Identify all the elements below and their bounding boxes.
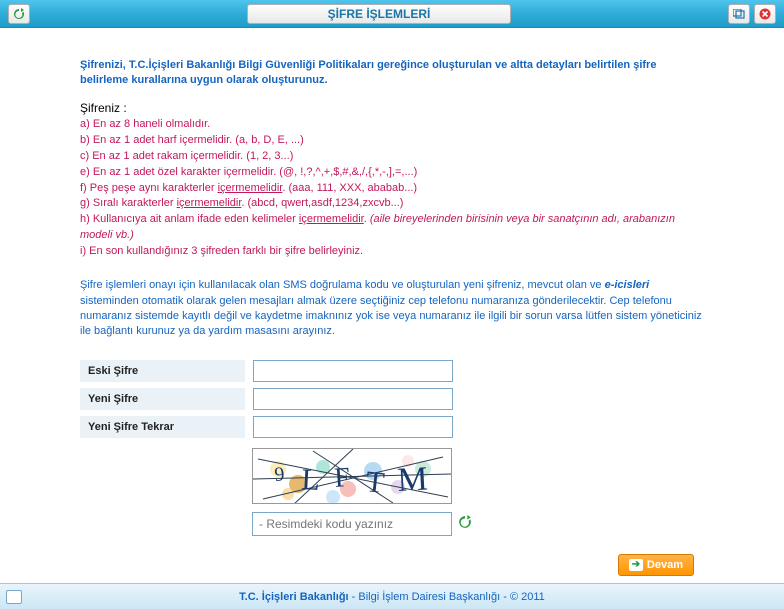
- rule-f: f) Peş peşe aynı karakterler içermemelid…: [80, 181, 704, 197]
- old-password-input[interactable]: [253, 360, 453, 382]
- rules-list: a) En az 8 haneli olmalıdır. b) En az 1 …: [80, 117, 704, 260]
- close-button[interactable]: [754, 4, 776, 24]
- rule-h: h) Kullanıcıya ait anlam ifade eden keli…: [80, 212, 704, 244]
- old-password-label: Eski Şifre: [80, 360, 245, 382]
- info-text: Şifre işlemleri onayı için kullanılacak …: [80, 278, 704, 340]
- arrow-right-icon: ➔: [629, 559, 643, 571]
- content-area: Şifrenizi, T.C.İçişleri Bakanlığı Bilgi …: [0, 28, 784, 581]
- rule-i: i) En son kullandığınız 3 şifreden farkl…: [80, 244, 704, 260]
- title-center: ŞİFRE İŞLEMLERİ: [32, 4, 726, 24]
- form-row-old-password: Eski Şifre: [80, 360, 704, 382]
- svg-text:M: M: [396, 460, 428, 499]
- continue-button[interactable]: ➔ Devam: [618, 554, 694, 576]
- rules-subtitle: Şifreniz :: [80, 101, 704, 115]
- rule-b: b) En az 1 adet harf içermelidir. (a, b,…: [80, 133, 704, 149]
- form-row-new-password-repeat: Yeni Şifre Tekrar: [80, 416, 704, 438]
- close-icon: [759, 8, 771, 20]
- footer-org: T.C. İçişleri Bakanlığı: [239, 591, 348, 603]
- page-title: ŞİFRE İŞLEMLERİ: [247, 4, 512, 24]
- captcha-image: 9 L F T M: [252, 448, 452, 504]
- intro-text: Şifrenizi, T.C.İçişleri Bakanlığı Bilgi …: [80, 58, 704, 89]
- refresh-button[interactable]: [8, 4, 30, 24]
- svg-text:L: L: [301, 463, 321, 497]
- refresh-icon: [13, 8, 25, 20]
- rule-e: e) En az 1 adet özel karakter içermelidi…: [80, 165, 704, 181]
- continue-label: Devam: [647, 559, 683, 571]
- rule-g: g) Sıralı karakterler içermemelidir. (ab…: [80, 196, 704, 212]
- rule-c: c) En az 1 adet rakam içermelidir. (1, 2…: [80, 149, 704, 165]
- captcha-refresh-button[interactable]: [458, 515, 472, 532]
- new-password-repeat-input[interactable]: [253, 416, 453, 438]
- footer-rest: - Bilgi İşlem Dairesi Başkanlığı - © 201…: [349, 591, 545, 603]
- svg-text:F: F: [333, 462, 351, 494]
- refresh-icon: [458, 515, 472, 529]
- captcha-section: 9 L F T M: [252, 448, 704, 536]
- svg-text:9: 9: [274, 463, 286, 486]
- captcha-input[interactable]: [252, 512, 452, 536]
- new-password-label: Yeni Şifre: [80, 388, 245, 410]
- titlebar: ŞİFRE İŞLEMLERİ: [0, 0, 784, 28]
- maximize-icon: [733, 9, 745, 19]
- footer: T.C. İçişleri Bakanlığı - Bilgi İşlem Da…: [0, 583, 784, 609]
- footer-icon[interactable]: [6, 590, 22, 604]
- form-row-new-password: Yeni Şifre: [80, 388, 704, 410]
- new-password-repeat-label: Yeni Şifre Tekrar: [80, 416, 245, 438]
- maximize-button[interactable]: [728, 4, 750, 24]
- button-row: ➔ Devam: [80, 554, 704, 576]
- new-password-input[interactable]: [253, 388, 453, 410]
- rule-a: a) En az 8 haneli olmalıdır.: [80, 117, 704, 133]
- svg-text:T: T: [364, 465, 386, 500]
